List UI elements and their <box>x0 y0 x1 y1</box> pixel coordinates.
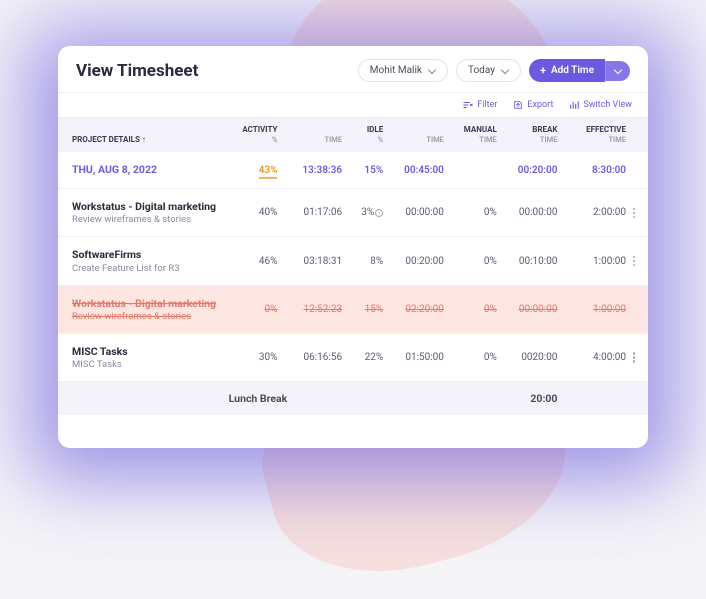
info-icon[interactable]: i <box>375 209 383 217</box>
task-name: Create Feature List for R3 <box>72 263 236 274</box>
toolbar: Filter Export Switch View <box>58 92 648 118</box>
add-time-menu-button[interactable] <box>605 61 630 81</box>
col-effective: EFFECTIVETIME <box>559 125 626 145</box>
summary-idle-time: 00:45:00 <box>385 165 444 176</box>
page-title: View Timesheet <box>76 61 198 81</box>
row-menu-button[interactable] <box>628 352 640 363</box>
switch-view-label: Switch View <box>583 100 632 110</box>
switch-view-button[interactable]: Switch View <box>569 100 632 110</box>
col-idle-pct: IDLE% <box>344 125 383 145</box>
summary-date: THU, AUG 8, 2022 <box>72 163 236 177</box>
table-row: SoftwareFirmsCreate Feature List for R3 … <box>58 237 648 285</box>
project-name: SoftwareFirms <box>72 248 236 262</box>
user-dropdown[interactable]: Mohit Malik <box>358 59 448 82</box>
table-row: Workstatus - Digital marketingReview wir… <box>58 189 648 237</box>
break-value: 20:00 <box>499 392 558 405</box>
project-name: MISC Tasks <box>72 345 236 359</box>
col-manual: MANUALTIME <box>446 125 497 145</box>
filter-label: Filter <box>477 100 497 110</box>
break-label: Lunch Break <box>72 392 444 405</box>
chevron-down-icon <box>428 67 436 75</box>
date-dropdown-label: Today <box>468 65 495 76</box>
user-dropdown-label: Mohit Malik <box>370 65 422 76</box>
col-activity-pct: ACTIVITY% <box>238 125 277 145</box>
chevron-down-icon <box>614 67 622 75</box>
chevron-down-icon <box>501 67 509 75</box>
col-project[interactable]: PROJECT DETAILS ↑ <box>72 125 236 145</box>
project-name: Workstatus - Digital marketing <box>72 200 236 214</box>
chart-icon <box>569 100 579 110</box>
timesheet-card: View Timesheet Mohit Malik Today + Add T… <box>58 46 648 448</box>
summary-idle-pct: 15% <box>344 165 383 176</box>
summary-effective: 8:30:00 <box>559 165 626 176</box>
timesheet-table: PROJECT DETAILS ↑ ACTIVITY% TIME IDLE% T… <box>58 118 648 448</box>
summary-activity-pct: 43% <box>238 165 277 176</box>
add-time-button-group: + Add Time <box>529 59 630 82</box>
table-row: MISC TasksMISC Tasks 30% 06:16:56 22% 01… <box>58 334 648 382</box>
task-name: Review wireframes & stories <box>72 214 236 225</box>
col-break: BREAKTIME <box>499 125 558 145</box>
col-activity-time: TIME <box>279 125 342 145</box>
add-time-label: Add Time <box>551 65 594 76</box>
project-name: Workstatus - Digital marketing <box>72 297 236 311</box>
add-time-button[interactable]: + Add Time <box>529 59 605 82</box>
row-menu-button[interactable] <box>628 208 640 219</box>
table-row-deleted: Workstatus - Digital marketingReview wir… <box>58 286 648 334</box>
summary-break: 00:20:00 <box>499 165 558 176</box>
task-name: MISC Tasks <box>72 359 236 370</box>
filter-button[interactable]: Filter <box>463 100 497 110</box>
plus-icon: + <box>540 65 546 76</box>
header-controls: Mohit Malik Today + Add Time <box>358 59 630 82</box>
header: View Timesheet Mohit Malik Today + Add T… <box>58 46 648 92</box>
row-menu-button[interactable] <box>628 256 640 267</box>
date-dropdown[interactable]: Today <box>456 59 521 82</box>
summary-row: THU, AUG 8, 2022 43% 13:38:36 15% 00:45:… <box>58 152 648 189</box>
export-icon <box>513 100 523 110</box>
break-row: Lunch Break 20:00 <box>58 382 648 415</box>
col-idle-time: TIME <box>385 125 444 145</box>
filter-icon <box>463 100 473 110</box>
task-name: Review wireframes & stories <box>72 311 236 322</box>
table-header: PROJECT DETAILS ↑ ACTIVITY% TIME IDLE% T… <box>58 118 648 152</box>
export-label: Export <box>527 100 553 110</box>
export-button[interactable]: Export <box>513 100 553 110</box>
summary-activity-time: 13:38:36 <box>279 165 342 176</box>
